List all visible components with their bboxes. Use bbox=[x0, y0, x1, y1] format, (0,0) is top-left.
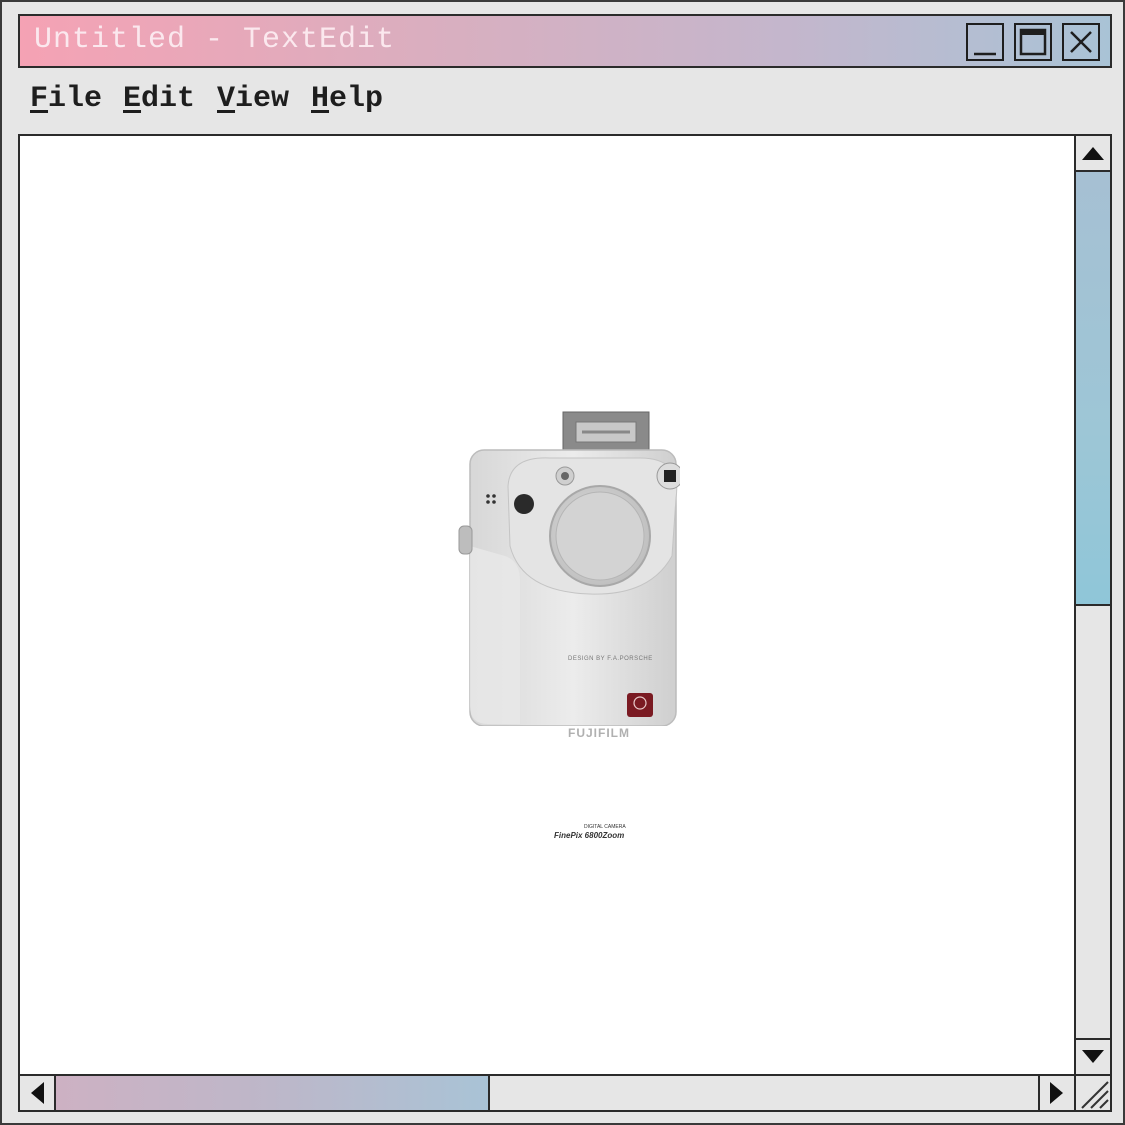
lens-text: DESIGN BY F.A.PORSCHE bbox=[568, 656, 653, 662]
document-area[interactable]: DESIGN BY F.A.PORSCHE FUJIFILM DIGITAL C… bbox=[18, 134, 1112, 1112]
vertical-scrollbar[interactable] bbox=[1074, 136, 1110, 1074]
scroll-right-button[interactable] bbox=[1038, 1076, 1074, 1110]
menu-view-label: iew bbox=[235, 82, 290, 116]
menu-edit-mnemonic: E bbox=[123, 82, 142, 116]
window-title: Untitled - TextEdit bbox=[34, 23, 396, 57]
menu-file-label: ile bbox=[48, 82, 103, 116]
camera-image: DESIGN BY F.A.PORSCHE FUJIFILM DIGITAL C… bbox=[450, 406, 696, 840]
arrow-up-icon bbox=[1082, 147, 1104, 160]
camera-drawing bbox=[458, 411, 696, 727]
label-top: DIGITAL CAMERA bbox=[584, 824, 626, 830]
minimize-button[interactable] bbox=[966, 23, 1004, 61]
resize-grip[interactable] bbox=[1074, 1074, 1110, 1110]
brand-logo-text: FUJIFILM bbox=[568, 726, 630, 740]
horizontal-scroll-thumb[interactable] bbox=[56, 1076, 490, 1110]
scroll-down-button[interactable] bbox=[1076, 1038, 1110, 1074]
maximize-icon bbox=[1019, 28, 1047, 56]
menu-view[interactable]: View bbox=[217, 82, 289, 116]
arrow-left-icon bbox=[31, 1082, 44, 1104]
title-bar[interactable]: Untitled - TextEdit bbox=[18, 14, 1112, 68]
vertical-scroll-thumb[interactable] bbox=[1076, 172, 1110, 606]
document-canvas[interactable]: DESIGN BY F.A.PORSCHE FUJIFILM DIGITAL C… bbox=[20, 136, 1074, 1074]
menu-edit-label: dit bbox=[141, 82, 196, 116]
menu-help-mnemonic: H bbox=[311, 82, 330, 116]
arrow-down-icon bbox=[1082, 1050, 1104, 1063]
menu-help-label: elp bbox=[329, 82, 384, 116]
scroll-left-button[interactable] bbox=[20, 1076, 56, 1110]
textedit-window: Untitled - TextEdit File Edit View Help … bbox=[0, 0, 1125, 1125]
menu-help[interactable]: Help bbox=[311, 82, 383, 116]
model-label: FinePix 6800Zoom bbox=[554, 831, 625, 840]
menu-view-mnemonic: V bbox=[217, 82, 236, 116]
horizontal-scrollbar[interactable] bbox=[20, 1074, 1074, 1110]
minimize-icon bbox=[974, 52, 996, 56]
menu-file[interactable]: File bbox=[30, 82, 102, 116]
arrow-right-icon bbox=[1050, 1082, 1063, 1104]
scroll-up-button[interactable] bbox=[1076, 136, 1110, 172]
close-button[interactable] bbox=[1062, 23, 1100, 61]
menu-file-mnemonic: F bbox=[30, 82, 49, 116]
maximize-button[interactable] bbox=[1014, 23, 1052, 61]
resize-grip-icon bbox=[1081, 1081, 1109, 1109]
menu-edit[interactable]: Edit bbox=[123, 82, 195, 116]
close-icon bbox=[1070, 31, 1092, 53]
